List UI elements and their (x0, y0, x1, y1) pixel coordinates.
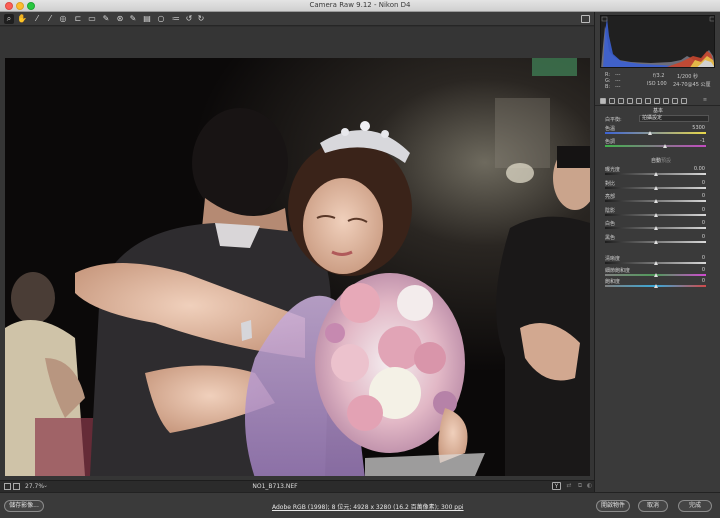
white-balance-select[interactable]: 拍攝設定 (639, 115, 709, 122)
color-sampler-tool[interactable]: ⁄ (45, 14, 55, 24)
slider-label: 清晰度 (605, 256, 621, 262)
iso-value: ISO 100 (647, 81, 667, 87)
slider-label: 對比 (605, 180, 616, 187)
tint-value[interactable]: -1 (700, 138, 705, 144)
auto-button[interactable]: 自動 (651, 157, 661, 164)
slider-value[interactable]: 0 (702, 193, 705, 199)
slider-label: 陰影 (605, 207, 616, 214)
spot-removal-tool[interactable]: ✎ (101, 14, 111, 24)
crop-tool[interactable]: ⊏ (73, 14, 83, 24)
tab-camera-calibration[interactable] (663, 98, 669, 104)
tint-label: 色調 (605, 139, 616, 145)
tab-split-toning[interactable] (636, 98, 642, 104)
file-name: NO1_B713.NEF (252, 483, 298, 490)
adjustment-brush-tool[interactable]: ✎ (128, 14, 138, 24)
slider-label: 細節飽和度 (605, 267, 631, 274)
slider-thumb[interactable] (653, 212, 658, 217)
targeted-adjustment-tool[interactable]: ◎ (58, 14, 68, 24)
toolbar: ⌕ ✋ ⁄ ⁄ ◎ ⊏ ▭ ✎ ⊛ ✎ ▤ ○ ≔ ↺ ↻ (0, 12, 594, 26)
shutter-value: 1/200 秒 (677, 74, 698, 80)
radial-filter-tool[interactable]: ○ (156, 14, 166, 24)
temp-slider-thumb[interactable] (648, 131, 653, 135)
slider-label: 曝光度 (605, 167, 621, 173)
slider-thumb[interactable] (653, 199, 658, 203)
zoom-tool[interactable]: ⌕ (4, 14, 14, 24)
slider-value[interactable]: 0 (702, 220, 705, 226)
tab-lens-corrections[interactable] (645, 98, 651, 104)
swap-settings-icon[interactable]: ⇄ (565, 482, 573, 490)
slider-value[interactable]: 0 (702, 278, 705, 284)
wedding-photo-image (5, 58, 590, 476)
section-title-basic: 基本 (652, 108, 663, 114)
red-eye-tool[interactable]: ⊛ (115, 14, 125, 24)
slider-label: 白色 (605, 221, 616, 227)
tab-basic[interactable] (600, 98, 606, 104)
aperture-value: f/3.2 (653, 73, 665, 79)
preview-photo[interactable] (5, 58, 590, 476)
slider-value[interactable]: 0 (702, 207, 705, 213)
right-panel: R: --- G: --- B: --- f/3.2 1/200 秒 ISO 1… (594, 12, 720, 492)
tab-hsl[interactable] (627, 98, 633, 104)
panel-menu-icon[interactable]: ≡ (695, 97, 715, 103)
slider-value[interactable]: 0 (702, 267, 705, 273)
readout-b-label: B: (605, 84, 611, 90)
temp-label: 色溫 (605, 126, 616, 132)
tab-snapshots[interactable] (681, 98, 687, 104)
copy-settings-icon[interactable]: ⧉ (576, 482, 584, 490)
straighten-tool[interactable]: ▭ (87, 14, 97, 24)
tint-slider-track[interactable] (605, 145, 706, 147)
hand-tool[interactable]: ✋ (17, 14, 27, 24)
title-bar: Camera Raw 9.12 - Nikon D4 (0, 0, 720, 12)
slider-thumb[interactable] (653, 226, 658, 230)
slider-label: 黑色 (605, 234, 616, 241)
slider-value[interactable]: 0 (702, 234, 705, 240)
cancel-button[interactable]: 取消 (638, 500, 668, 512)
lens-value: 24-70@45 公厘 (673, 82, 711, 88)
temp-value[interactable]: 5300 (692, 125, 705, 131)
slider-value[interactable]: 0 (702, 180, 705, 186)
slider-thumb[interactable] (653, 284, 658, 288)
done-button[interactable]: 完成 (678, 500, 712, 512)
slider-value[interactable]: 0.00 (694, 166, 705, 172)
workflow-options-link[interactable]: Adobe RGB (1998); 8 位元; 4928 x 3280 (16.… (272, 502, 464, 511)
slider-thumb[interactable] (653, 172, 658, 176)
slider-value[interactable]: 0 (702, 255, 705, 261)
slider-thumb[interactable] (653, 261, 658, 265)
slider-thumb[interactable] (653, 185, 658, 190)
graduated-filter-tool[interactable]: ▤ (142, 14, 152, 24)
before-after-toggle-button[interactable]: Y (552, 482, 561, 490)
window-title: Camera Raw 9.12 - Nikon D4 (309, 1, 411, 9)
tab-effects[interactable] (654, 98, 660, 104)
white-balance-label: 白平衡: (605, 117, 622, 123)
bottom-bar: 儲存影像... Adobe RGB (1998); 8 位元; 4928 x 3… (0, 492, 720, 518)
preferences-tool[interactable]: ≔ (171, 14, 181, 24)
tab-detail[interactable] (618, 98, 624, 104)
preview-footer: 27.7% ⌄ NO1_B713.NEF Y ⇄ ⧉ ◐ (0, 480, 594, 492)
fullscreen-toggle-icon[interactable] (581, 15, 590, 23)
slider-label: 飽和度 (605, 279, 621, 285)
image-preview-area (0, 27, 594, 480)
temp-slider-track[interactable] (605, 132, 706, 134)
tint-slider-thumb[interactable] (662, 144, 667, 148)
camera-raw-window: Camera Raw 9.12 - Nikon D4 ⌕ ✋ ⁄ ⁄ ◎ ⊏ ▭… (0, 0, 720, 518)
rotate-left-tool[interactable]: ↺ (184, 14, 194, 24)
open-object-button[interactable]: 開啟物件 (596, 500, 630, 512)
rotate-right-tool[interactable]: ↻ (196, 14, 206, 24)
toggle-settings-icon[interactable]: ◐ (586, 482, 593, 490)
histogram (600, 15, 715, 68)
slider-thumb[interactable] (653, 239, 658, 244)
tab-presets[interactable] (672, 98, 678, 104)
slider-label: 亮部 (605, 194, 616, 200)
tab-tone-curve[interactable] (609, 98, 615, 104)
slider-thumb[interactable] (653, 272, 658, 277)
save-image-button[interactable]: 儲存影像... (4, 500, 44, 512)
default-button[interactable]: 預設 (661, 157, 671, 164)
white-balance-tool[interactable]: ⁄ (32, 14, 42, 24)
readout-b-value: --- (615, 84, 621, 90)
